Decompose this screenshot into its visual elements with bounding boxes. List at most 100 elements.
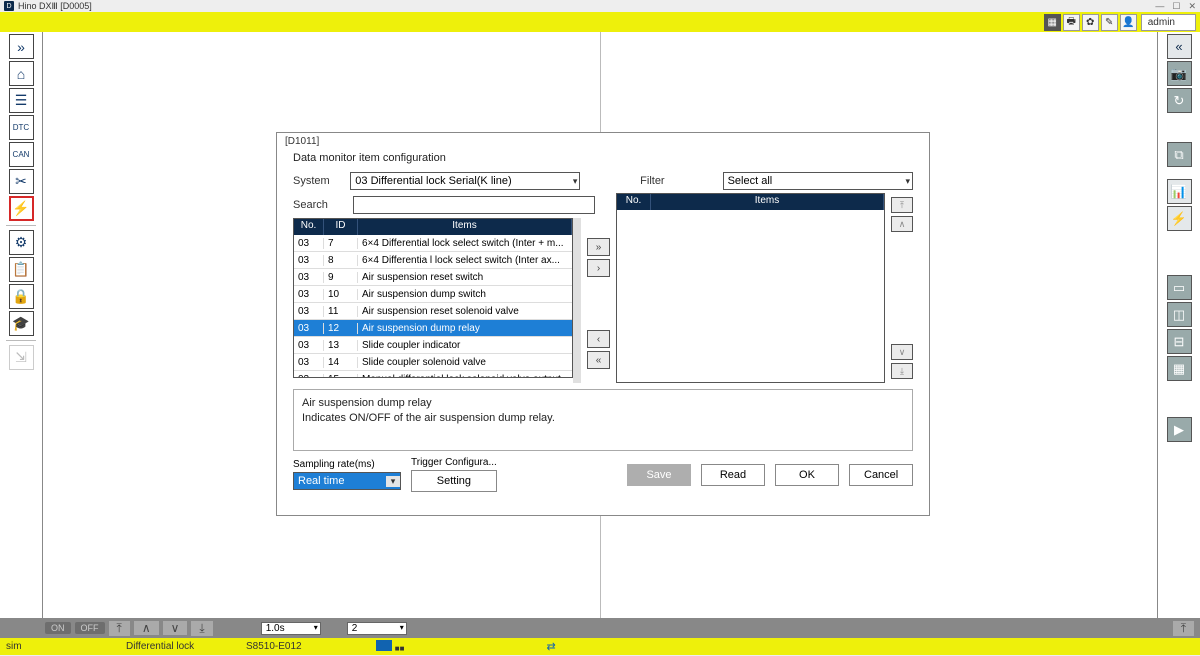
read-button[interactable]: Read xyxy=(701,464,765,486)
system-dropdown[interactable]: 03 Differential lock Serial(K line) xyxy=(350,172,580,190)
status-connect-icon: ⇄ xyxy=(540,640,561,653)
scroll-up-icon[interactable]: ∧ xyxy=(134,621,159,635)
add-all-button[interactable]: » xyxy=(587,238,610,256)
ok-button[interactable]: OK xyxy=(775,464,839,486)
data-monitor-icon[interactable]: ⚡ xyxy=(9,196,34,221)
table-row[interactable]: 0376×4 Differential lock select switch (… xyxy=(294,235,572,252)
can-icon[interactable]: CAN xyxy=(9,142,34,167)
left-toolbar: » ⌂ ☰ DTC CAN ✂ ⚡ ⚙ 📋 🔒 🎓 ⇲ xyxy=(0,32,43,618)
off-button[interactable]: OFF xyxy=(75,622,105,634)
play-icon[interactable]: ▶ xyxy=(1167,417,1192,442)
order-buttons: ⤒ ∧ ∨ ⤓ xyxy=(891,193,913,383)
collapse-icon[interactable]: ⇲ xyxy=(9,345,34,370)
table-row[interactable]: 0313Slide coupler indicator xyxy=(294,337,572,354)
move-up-button[interactable]: ∧ xyxy=(891,216,913,232)
close-icon[interactable]: ✕ xyxy=(1188,1,1196,12)
on-button[interactable]: ON xyxy=(45,622,71,634)
save-button[interactable]: Save xyxy=(627,464,691,486)
tile3-icon[interactable]: ⊟ xyxy=(1167,329,1192,354)
flash-icon[interactable]: ⚡ xyxy=(1167,206,1192,231)
filter-value: Select all xyxy=(728,175,773,187)
os-titlebar: D Hino DXⅢ [D0005] — ☐ ✕ xyxy=(0,0,1200,12)
description-box: Air suspension dump relay Indicates ON/O… xyxy=(293,389,913,451)
table-row[interactable]: 0386×4 Differentia l lock select switch … xyxy=(294,252,572,269)
table-row[interactable]: 0315Manual differential lock solenoid va… xyxy=(294,371,572,377)
system-value: 03 Differential lock Serial(K line) xyxy=(355,175,511,187)
search-label: Search xyxy=(293,199,343,211)
window-icon[interactable]: ⧉ xyxy=(1167,142,1192,167)
status-indicator-1: ■■ xyxy=(370,640,410,654)
scroll-top-right-icon[interactable]: ⤒ xyxy=(1173,621,1194,636)
status-bar: sim Differential lock S8510-E012 ■■ ⇄ xyxy=(0,638,1200,655)
move-top-button[interactable]: ⤒ xyxy=(891,197,913,213)
status-sim: sim xyxy=(0,641,120,652)
move-down-button[interactable]: ∨ xyxy=(891,344,913,360)
status-code: S8510-E012 xyxy=(240,641,370,652)
setting-button[interactable]: Setting xyxy=(411,470,497,492)
scroll-top-icon[interactable]: ⤒ xyxy=(109,621,130,636)
tile4-icon[interactable]: ▦ xyxy=(1167,356,1192,381)
scroll-down-icon[interactable]: ∨ xyxy=(163,621,188,635)
settings-icon[interactable]: ✿ xyxy=(1082,14,1099,31)
add-button[interactable]: › xyxy=(587,259,610,277)
col-items: Items xyxy=(358,219,572,235)
tile2-icon[interactable]: ◫ xyxy=(1167,302,1192,327)
chart-icon[interactable]: 📊 xyxy=(1167,179,1192,204)
status-system: Differential lock xyxy=(120,641,240,652)
desc-text: Indicates ON/OFF of the air suspension d… xyxy=(302,411,904,426)
trigger-label: Trigger Configura... xyxy=(411,457,497,468)
dialog-subtitle: Data monitor item configuration xyxy=(277,150,929,170)
remove-button[interactable]: ‹ xyxy=(587,330,610,348)
user-icon[interactable]: 👤 xyxy=(1120,14,1137,31)
col-id: ID xyxy=(324,219,358,235)
lock-icon[interactable]: 🔒 xyxy=(9,284,34,309)
table-row[interactable]: 0311Air suspension reset solenoid valve xyxy=(294,303,572,320)
app-icon: D xyxy=(4,1,14,11)
grid-icon[interactable]: ▦ xyxy=(1044,14,1061,31)
scroll-bottom-icon[interactable]: ⤓ xyxy=(191,621,212,636)
sampling-label: Sampling rate(ms) xyxy=(293,459,401,470)
available-items-table: No. ID Items 0376×4 Differential lock se… xyxy=(293,218,573,378)
system-list-icon[interactable]: ☰ xyxy=(9,88,34,113)
table-row[interactable]: 0310Air suspension dump switch xyxy=(294,286,572,303)
log-icon[interactable]: 📋 xyxy=(9,257,34,282)
table-row[interactable]: 0312Air suspension dump relay xyxy=(294,320,572,337)
tile1-icon[interactable]: ▭ xyxy=(1167,275,1192,300)
col-no: No. xyxy=(617,194,651,210)
desc-title: Air suspension dump relay xyxy=(302,396,904,411)
interval-dropdown[interactable]: 1.0s xyxy=(261,622,321,635)
collapse-left-icon[interactable]: « xyxy=(1167,34,1192,59)
system-label: System xyxy=(293,175,340,187)
table-row[interactable]: 039Air suspension reset switch xyxy=(294,269,572,286)
col-items: Items xyxy=(651,194,884,210)
education-icon[interactable]: 🎓 xyxy=(9,311,34,336)
count-dropdown[interactable]: 2 xyxy=(347,622,407,635)
sampling-value: Real time xyxy=(298,475,344,487)
scrollbar[interactable] xyxy=(573,218,581,383)
remove-all-button[interactable]: « xyxy=(587,351,610,369)
cancel-button[interactable]: Cancel xyxy=(849,464,913,486)
selected-items-table: No. Items xyxy=(616,193,885,383)
col-no: No. xyxy=(294,219,324,235)
home-icon[interactable]: ⌂ xyxy=(9,61,34,86)
refresh-icon[interactable]: ↻ xyxy=(1167,88,1192,113)
filter-label: Filter xyxy=(640,175,678,187)
filter-dropdown[interactable]: Select all xyxy=(723,172,913,190)
write-icon[interactable]: ✎ xyxy=(1101,14,1118,31)
print-icon[interactable]: 🖶 xyxy=(1063,14,1080,31)
minimize-icon[interactable]: — xyxy=(1155,1,1164,12)
dtc-icon[interactable]: DTC xyxy=(9,115,34,140)
search-input[interactable] xyxy=(353,196,595,214)
data-monitor-config-dialog: [D1011] Data monitor item configuration … xyxy=(276,132,930,516)
maximize-icon[interactable]: ☐ xyxy=(1172,1,1180,12)
divider xyxy=(6,340,36,341)
divider xyxy=(6,225,36,226)
table-row[interactable]: 0314Slide coupler solenoid valve xyxy=(294,354,572,371)
sampling-dropdown[interactable]: Real time xyxy=(293,472,401,490)
dialog-id: [D1011] xyxy=(277,133,929,150)
expand-right-icon[interactable]: » xyxy=(9,34,34,59)
config-icon[interactable]: ⚙ xyxy=(9,230,34,255)
tools-icon[interactable]: ✂ xyxy=(9,169,34,194)
screenshot-icon[interactable]: 📷 xyxy=(1167,61,1192,86)
move-bottom-button[interactable]: ⤓ xyxy=(891,363,913,379)
